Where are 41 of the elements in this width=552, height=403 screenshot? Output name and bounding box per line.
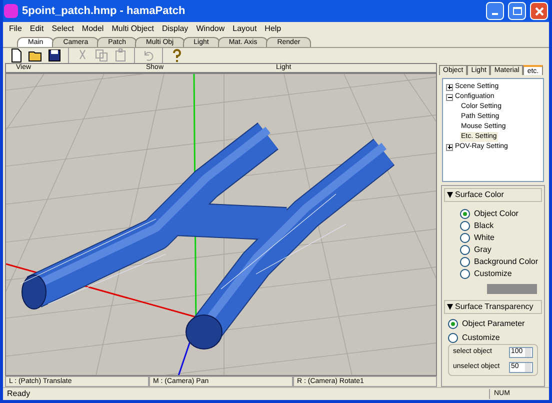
maximize-button[interactable]	[508, 2, 526, 20]
radio-label: Customize	[474, 268, 512, 280]
save-icon[interactable]	[47, 48, 62, 63]
menu-item[interactable]: Help	[260, 23, 286, 35]
menu-item[interactable]: Edit	[26, 23, 48, 35]
radio-label: Black	[474, 220, 494, 232]
radio-button[interactable]	[448, 333, 458, 343]
section-header[interactable]: Surface Transparency	[444, 300, 542, 314]
radio-button[interactable]	[460, 245, 470, 255]
app-logo-icon	[4, 4, 18, 18]
radio-label: Customize	[462, 332, 500, 344]
radio-button[interactable]	[460, 221, 470, 231]
radio-button[interactable]	[460, 233, 470, 243]
menu-item[interactable]: Select	[48, 23, 78, 35]
minimize-button[interactable]	[486, 2, 504, 20]
radio-label: Object Color	[474, 208, 518, 220]
radio-button[interactable]	[448, 319, 458, 329]
section-header[interactable]: Surface Color	[444, 188, 542, 202]
radio-label: White	[474, 232, 494, 244]
menu-item[interactable]: Layout	[228, 23, 261, 35]
radio-label: Background Color	[474, 256, 538, 268]
menu-item[interactable]: Multi Object	[108, 23, 158, 35]
expand-icon[interactable]	[446, 144, 453, 150]
close-button[interactable]	[530, 2, 548, 20]
radio-button[interactable]	[460, 269, 470, 279]
expand-icon[interactable]	[446, 84, 453, 90]
window-title: 5point_patch.hmp - hamaPatch	[22, 4, 186, 19]
radio-label: Gray	[474, 244, 492, 256]
menu-item[interactable]: File	[5, 23, 26, 35]
close-icon	[534, 6, 544, 16]
menu-item[interactable]: Display	[158, 23, 192, 35]
collapse-triangle-icon	[447, 304, 453, 310]
collapse-icon[interactable]	[446, 94, 453, 100]
collapse-triangle-icon	[447, 192, 453, 198]
status-text: Ready	[6, 388, 32, 400]
radio-button[interactable]	[460, 209, 470, 219]
menu-item[interactable]: Window	[192, 23, 229, 35]
radio-button[interactable]	[460, 257, 470, 267]
menu-item[interactable]: Model	[78, 23, 108, 35]
radio-label: Object Parameter	[462, 318, 525, 330]
color-swatch[interactable]	[487, 284, 537, 294]
